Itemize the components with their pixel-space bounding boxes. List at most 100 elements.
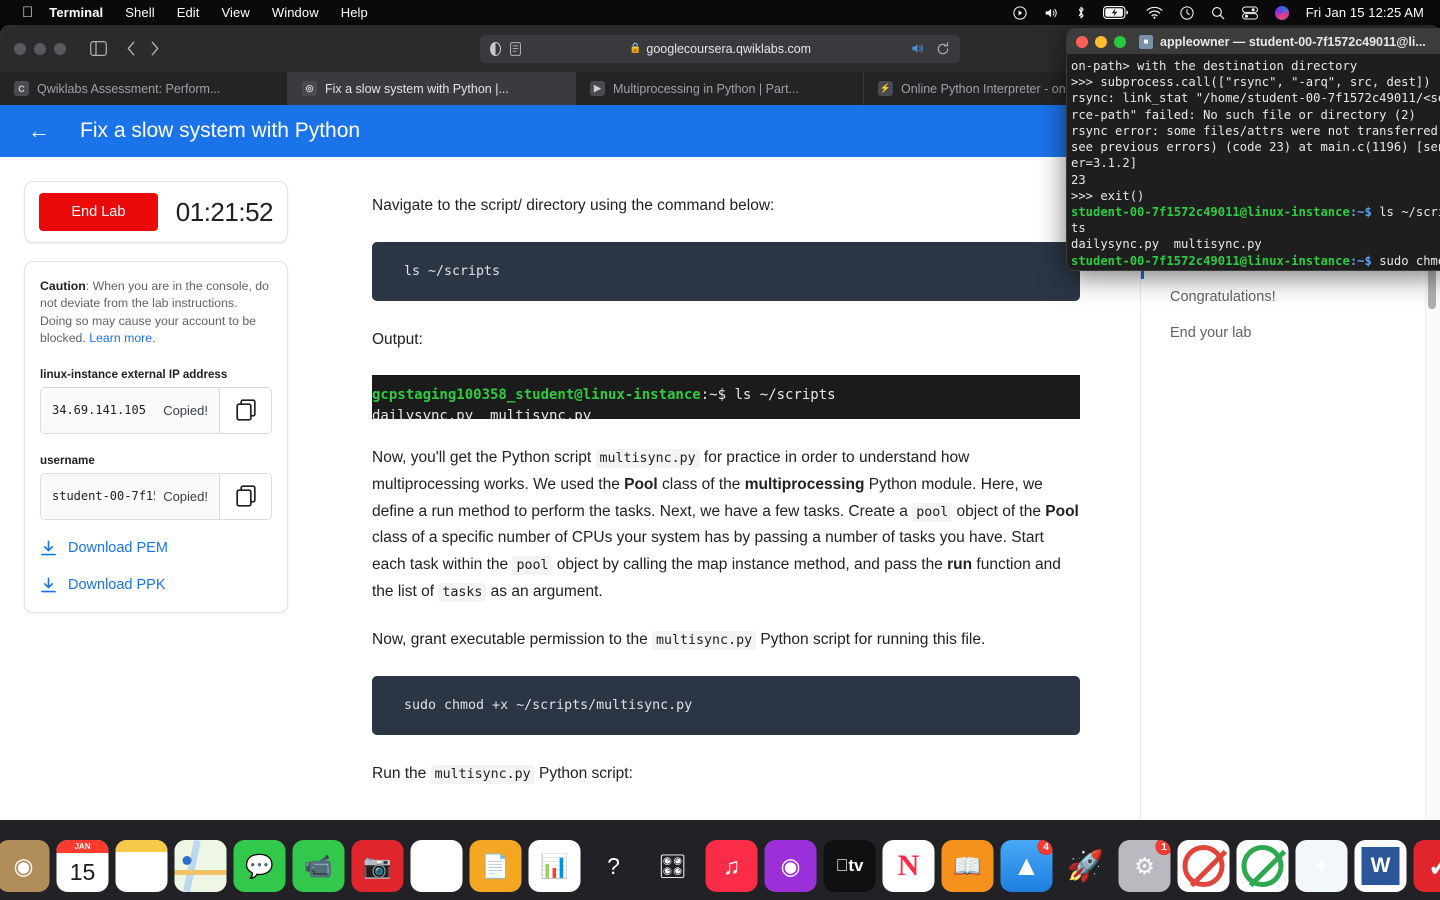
end-lab-button[interactable]: End Lab bbox=[39, 193, 158, 231]
menu-item-shell[interactable]: Shell bbox=[125, 5, 154, 20]
appletv-icon[interactable]: tv bbox=[823, 840, 876, 892]
dock-item-keynote[interactable]: 🎛 bbox=[647, 840, 699, 892]
dock-item-books[interactable]: 📖 bbox=[941, 840, 994, 892]
time-machine-icon[interactable] bbox=[1180, 5, 1194, 20]
messages-icon[interactable]: 💬 bbox=[233, 840, 286, 892]
help-icon[interactable]: ? bbox=[588, 840, 640, 892]
ip-address-value-box[interactable]: 34.69.141.105 Copied! bbox=[41, 387, 219, 433]
dock-item-blocked-app-red[interactable] bbox=[1177, 840, 1230, 892]
zoom-icon[interactable] bbox=[54, 42, 66, 55]
tab-fix-slow-system[interactable]: ◎ Fix a slow system with Python |... bbox=[288, 72, 576, 105]
system-preferences-icon[interactable]: ⚙ 1 bbox=[1118, 840, 1171, 892]
wifi-icon[interactable] bbox=[1146, 6, 1163, 19]
download-ppk-link[interactable]: Download PPK bbox=[40, 577, 272, 594]
python-icon[interactable]: 🚀 bbox=[1060, 840, 1112, 892]
copy-ip-button[interactable] bbox=[219, 387, 271, 433]
appstore-icon[interactable]: ▲ 4 bbox=[1000, 840, 1053, 892]
dock-item-calendar[interactable]: JAN 15 bbox=[56, 840, 109, 892]
search-icon[interactable] bbox=[1211, 6, 1225, 20]
dock-item-xcode[interactable]: ✦ bbox=[1295, 840, 1348, 892]
terminal-window[interactable]: ■ appleowner — student-00-7f1572c49011@l… bbox=[1066, 28, 1440, 271]
ip-address-field[interactable]: 34.69.141.105 Copied! bbox=[40, 386, 272, 434]
keynote-icon[interactable]: 🎛 bbox=[647, 840, 699, 892]
menu-item-view[interactable]: View bbox=[222, 5, 250, 20]
menu-item-edit[interactable]: Edit bbox=[177, 5, 200, 20]
window-traffic-lights[interactable] bbox=[14, 42, 66, 55]
dock-item-system-preferences[interactable]: ⚙ 1 bbox=[1118, 840, 1171, 892]
dock-item-numbers[interactable]: 📊 bbox=[528, 840, 581, 892]
pages-icon[interactable]: 📄 bbox=[469, 840, 522, 892]
dock-item-appstore[interactable]: ▲ 4 bbox=[1000, 840, 1053, 892]
arrow-left-icon[interactable]: ← bbox=[28, 120, 50, 142]
menu-bar-clock[interactable]: Fri Jan 15 12:25 AM bbox=[1306, 5, 1424, 20]
forward-icon[interactable] bbox=[150, 41, 159, 56]
notes-icon[interactable] bbox=[115, 840, 168, 892]
dock-item-music[interactable]: ♫ bbox=[705, 840, 758, 892]
control-center-icon[interactable] bbox=[1241, 6, 1258, 20]
username-field[interactable]: student-00-7f1572c49( Copied! bbox=[40, 472, 272, 520]
blocked-app-green-icon[interactable] bbox=[1236, 840, 1289, 892]
url-text[interactable]: googlecoursera.qwiklabs.com bbox=[646, 42, 811, 56]
word-icon[interactable]: W bbox=[1354, 840, 1407, 892]
dock-item-photobooth[interactable]: 📷 bbox=[351, 840, 404, 892]
audio-icon[interactable] bbox=[911, 42, 925, 55]
tab-multiprocessing-python[interactable]: ▶ Multiprocessing in Python | Part... bbox=[576, 72, 864, 105]
reader-icon[interactable] bbox=[510, 41, 521, 56]
dock-item-word[interactable]: W bbox=[1354, 840, 1407, 892]
code-block-chmod[interactable]: sudo chmod +x ~/scripts/multisync.py bbox=[372, 675, 1080, 735]
dock-item-podcasts[interactable]: ◉ bbox=[764, 840, 817, 892]
dock-item-blocked-app-green[interactable] bbox=[1236, 840, 1289, 892]
dock-item-photos[interactable]: ❄ bbox=[410, 840, 463, 892]
dock-item-python[interactable]: 🚀 bbox=[1060, 840, 1112, 892]
photobooth-icon[interactable]: 📷 bbox=[351, 840, 404, 892]
back-icon[interactable] bbox=[127, 41, 136, 56]
sidebar-icon[interactable] bbox=[90, 41, 107, 56]
news-icon[interactable]: N bbox=[882, 840, 935, 892]
menu-item-terminal[interactable]: Terminal bbox=[49, 5, 103, 20]
volume-icon[interactable] bbox=[1044, 6, 1059, 20]
dock-item-acrobat[interactable]: ✓ bbox=[1413, 840, 1440, 892]
privacy-shield-icon[interactable] bbox=[490, 41, 501, 56]
menu-item-help[interactable]: Help bbox=[341, 5, 368, 20]
copy-username-button[interactable] bbox=[219, 473, 271, 519]
dock-item-facetime[interactable]: 📹 bbox=[292, 840, 345, 892]
zoom-icon[interactable] bbox=[1114, 35, 1126, 48]
music-icon[interactable]: ♫ bbox=[705, 840, 758, 892]
nav-item-end-your-lab[interactable]: End your lab bbox=[1141, 315, 1440, 351]
acrobat-icon[interactable]: ✓ bbox=[1413, 840, 1440, 892]
username-value-box[interactable]: student-00-7f1572c49( Copied! bbox=[41, 473, 219, 519]
dock-item-appletv[interactable]: tv bbox=[823, 840, 876, 892]
battery-charging-icon[interactable] bbox=[1102, 6, 1129, 19]
address-bar[interactable]: 🔒 googlecoursera.qwiklabs.com bbox=[480, 34, 960, 63]
maps-icon[interactable] bbox=[174, 840, 227, 892]
calendar-icon[interactable]: JAN 15 bbox=[56, 840, 109, 892]
dock-item-maps[interactable] bbox=[174, 840, 227, 892]
tab-qwiklabs-assessment[interactable]: C Qwiklabs Assessment: Perform... bbox=[0, 72, 288, 105]
dock-item-messages[interactable]: 💬 bbox=[233, 840, 286, 892]
reload-icon[interactable] bbox=[936, 41, 950, 56]
apple-logo-icon[interactable]:  bbox=[22, 5, 33, 20]
dock-item-pages[interactable]: 📄 bbox=[469, 840, 522, 892]
terminal-title-bar[interactable]: ■ appleowner — student-00-7f1572c49011@l… bbox=[1067, 29, 1440, 54]
terminal-output[interactable]: on-path> with the destination directory … bbox=[1067, 54, 1440, 270]
dock-item-news[interactable]: N bbox=[882, 840, 935, 892]
contacts-icon[interactable]: ◉ bbox=[0, 840, 50, 892]
dock-item-contacts[interactable]: ◉ bbox=[0, 840, 50, 892]
close-icon[interactable] bbox=[14, 42, 26, 55]
nav-item-congratulations[interactable]: Congratulations! bbox=[1141, 279, 1440, 315]
bluetooth-icon[interactable] bbox=[1076, 5, 1086, 20]
blocked-app-red-icon[interactable] bbox=[1177, 840, 1230, 892]
play-circle-icon[interactable] bbox=[1013, 5, 1027, 20]
close-icon[interactable] bbox=[1076, 35, 1088, 48]
xcode-icon[interactable]: ✦ bbox=[1295, 840, 1348, 892]
menu-item-window[interactable]: Window bbox=[272, 5, 319, 20]
minimize-icon[interactable] bbox=[34, 42, 46, 55]
books-icon[interactable]: 📖 bbox=[941, 840, 994, 892]
facetime-icon[interactable]: 📹 bbox=[292, 840, 345, 892]
download-pem-link[interactable]: Download PEM bbox=[40, 540, 272, 557]
dock-item-help[interactable]: ? bbox=[588, 840, 640, 892]
code-block-ls[interactable]: ls ~/scripts bbox=[372, 241, 1080, 301]
dock-item-notes[interactable] bbox=[115, 840, 168, 892]
podcasts-icon[interactable]: ◉ bbox=[764, 840, 817, 892]
photos-icon[interactable]: ❄ bbox=[410, 840, 463, 892]
